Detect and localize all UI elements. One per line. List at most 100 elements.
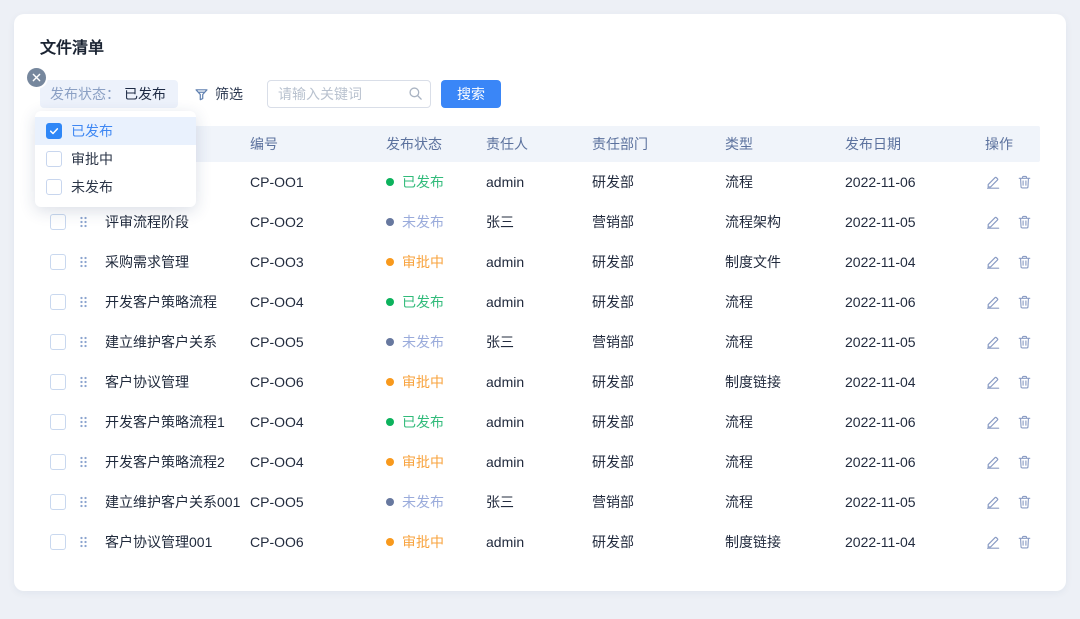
file-name: 客户协议管理001 [102, 532, 250, 552]
responsible-dept: 研发部 [592, 172, 725, 192]
file-code: CP-OO4 [250, 294, 386, 310]
drag-handle-icon[interactable] [78, 415, 102, 429]
responsible-dept: 营销部 [592, 492, 725, 512]
funnel-icon [194, 87, 209, 102]
row-checkbox[interactable] [50, 294, 66, 310]
drag-handle-icon[interactable] [78, 535, 102, 549]
checkbox-icon[interactable] [46, 179, 62, 195]
row-checkbox[interactable] [50, 494, 66, 510]
edit-icon[interactable] [985, 494, 1001, 510]
edit-icon[interactable] [985, 254, 1001, 270]
drag-handle-icon[interactable] [78, 335, 102, 349]
row-checkbox[interactable] [50, 454, 66, 470]
file-name: 开发客户策略流程2 [102, 452, 250, 472]
delete-icon[interactable] [1017, 374, 1032, 390]
responsible-dept: 研发部 [592, 372, 725, 392]
row-checkbox[interactable] [50, 374, 66, 390]
edit-icon[interactable] [985, 214, 1001, 230]
drag-handle-icon[interactable] [78, 375, 102, 389]
file-name: 开发客户策略流程1 [102, 412, 250, 432]
filter-trigger-button[interactable]: 筛选 [194, 84, 243, 104]
table-body: CP-OO1已发布admin研发部流程2022-11-06评审流程阶段CP-OO… [40, 162, 1040, 562]
responsible-dept: 营销部 [592, 332, 725, 352]
dropdown-option-1[interactable]: 已发布 [35, 117, 196, 145]
responsible-dept: 研发部 [592, 532, 725, 552]
publish-status-filter-chip[interactable]: 发布状态： 已发布 [40, 80, 178, 108]
responsible-dept: 研发部 [592, 452, 725, 472]
edit-icon[interactable] [985, 414, 1001, 430]
responsible-dept: 研发部 [592, 292, 725, 312]
file-name: 评审流程阶段 [102, 212, 250, 232]
responsible-person: admin [486, 294, 592, 310]
row-checkbox[interactable] [50, 214, 66, 230]
file-type: 制度链接 [725, 372, 845, 392]
status-dot-icon [386, 298, 394, 306]
row-checkbox[interactable] [50, 534, 66, 550]
responsible-dept: 营销部 [592, 212, 725, 232]
file-type: 流程 [725, 332, 845, 352]
publish-date: 2022-11-06 [845, 414, 975, 430]
status-label: 已发布 [402, 292, 444, 312]
drag-handle-icon[interactable] [78, 215, 102, 229]
delete-icon[interactable] [1017, 414, 1032, 430]
delete-icon[interactable] [1017, 454, 1032, 470]
filter-bar: 发布状态： 已发布 筛选 搜索 [40, 80, 1040, 108]
delete-icon[interactable] [1017, 534, 1032, 550]
header-code-col: 编号 [250, 134, 386, 154]
status-dot-icon [386, 378, 394, 386]
filter-chip-label: 发布状态： [50, 84, 120, 104]
filter-trigger-label: 筛选 [215, 84, 243, 104]
status-dot-icon [386, 258, 394, 266]
dropdown-option-2[interactable]: 审批中 [35, 145, 196, 173]
header-status-col: 发布状态 [386, 134, 486, 154]
file-type: 流程 [725, 452, 845, 472]
publish-date: 2022-11-05 [845, 334, 975, 350]
delete-icon[interactable] [1017, 334, 1032, 350]
checkbox-checked-icon[interactable] [46, 123, 62, 139]
status-label: 审批中 [402, 452, 444, 472]
row-checkbox[interactable] [50, 414, 66, 430]
header-person-col: 责任人 [486, 134, 592, 154]
edit-icon[interactable] [985, 374, 1001, 390]
header-dept-col: 责任部门 [592, 134, 725, 154]
publish-date: 2022-11-06 [845, 294, 975, 310]
file-name: 建立维护客户关系001 [102, 492, 250, 512]
dropdown-option-label: 审批中 [71, 149, 113, 169]
status-label: 未发布 [402, 492, 444, 512]
file-code: CP-OO4 [250, 454, 386, 470]
responsible-dept: 研发部 [592, 252, 725, 272]
drag-handle-icon[interactable] [78, 255, 102, 269]
delete-icon[interactable] [1017, 294, 1032, 310]
table-row: 建立维护客户关系001CP-OO5未发布张三营销部流程2022-11-05 [40, 482, 1040, 522]
edit-icon[interactable] [985, 294, 1001, 310]
dropdown-option-3[interactable]: 未发布 [35, 173, 196, 201]
row-checkbox[interactable] [50, 334, 66, 350]
drag-handle-icon[interactable] [78, 455, 102, 469]
publish-date: 2022-11-05 [845, 494, 975, 510]
edit-icon[interactable] [985, 454, 1001, 470]
table-row: 客户协议管理CP-OO6审批中admin研发部制度链接2022-11-04 [40, 362, 1040, 402]
edit-icon[interactable] [985, 534, 1001, 550]
status-label: 未发布 [402, 212, 444, 232]
row-checkbox[interactable] [50, 254, 66, 270]
checkbox-icon[interactable] [46, 151, 62, 167]
edit-icon[interactable] [985, 174, 1001, 190]
status-label: 未发布 [402, 332, 444, 352]
drag-handle-icon[interactable] [78, 495, 102, 509]
dropdown-option-label: 未发布 [71, 177, 113, 197]
header-type-col: 类型 [725, 134, 845, 154]
drag-handle-icon[interactable] [78, 295, 102, 309]
responsible-person: 张三 [486, 212, 592, 232]
header-date-col: 发布日期 [845, 134, 975, 154]
search-button[interactable]: 搜索 [441, 80, 501, 108]
delete-icon[interactable] [1017, 214, 1032, 230]
file-code: CP-OO2 [250, 214, 386, 230]
delete-icon[interactable] [1017, 494, 1032, 510]
remove-filter-button[interactable] [27, 68, 46, 87]
delete-icon[interactable] [1017, 174, 1032, 190]
file-code: CP-OO6 [250, 374, 386, 390]
delete-icon[interactable] [1017, 254, 1032, 270]
edit-icon[interactable] [985, 334, 1001, 350]
keyword-search-input[interactable] [267, 80, 431, 108]
file-name: 采购需求管理 [102, 252, 250, 272]
